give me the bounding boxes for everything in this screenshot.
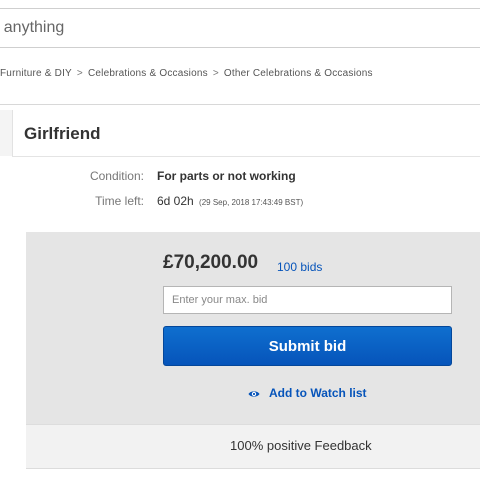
watch-list-label: Add to Watch list xyxy=(269,386,367,400)
bid-count-link[interactable]: 100 bids xyxy=(277,260,322,274)
time-left-value: 6d 02h (29 Sep, 2018 17:43:49 BST) xyxy=(157,194,303,208)
breadcrumb-separator: > xyxy=(212,68,219,79)
title-divider xyxy=(12,156,480,157)
submit-bid-button[interactable]: Submit bid xyxy=(163,326,452,366)
breadcrumb-separator: > xyxy=(76,68,83,79)
max-bid-input[interactable] xyxy=(163,286,452,314)
add-to-watch-list-link[interactable]: Add to Watch list xyxy=(248,386,367,400)
section-divider xyxy=(0,104,480,105)
breadcrumb-item-furniture-diy[interactable]: Furniture & DIY xyxy=(0,68,72,79)
item-title: Girlfriend xyxy=(24,124,101,143)
time-left-end-date: (29 Sep, 2018 17:43:49 BST) xyxy=(199,198,304,207)
breadcrumb-item-celebrations-occasions[interactable]: Celebrations & Occasions xyxy=(88,68,208,79)
item-page: Furniture & DIY > Celebrations & Occasions… xyxy=(0,0,480,480)
search-input[interactable] xyxy=(0,9,480,47)
condition-label: Condition: xyxy=(89,169,144,183)
seller-feedback: 100% positive Feedback xyxy=(230,438,372,453)
eye-icon xyxy=(248,388,260,398)
current-price: £70,200.00 xyxy=(163,252,259,273)
time-left-label: Time left: xyxy=(95,194,144,208)
breadcrumb: Furniture & DIY > Celebrations & Occasions… xyxy=(0,68,373,79)
condition-value: For parts or not working xyxy=(157,169,296,183)
item-title-row: Girlfriend xyxy=(0,110,480,156)
time-left-duration: 6d 02h xyxy=(157,194,194,208)
title-side-panel xyxy=(0,110,13,156)
panel-bottom-border xyxy=(26,468,480,469)
breadcrumb-item-other-celebrations[interactable]: Other Celebrations & Occasions xyxy=(224,68,373,79)
search-bar xyxy=(0,8,480,48)
